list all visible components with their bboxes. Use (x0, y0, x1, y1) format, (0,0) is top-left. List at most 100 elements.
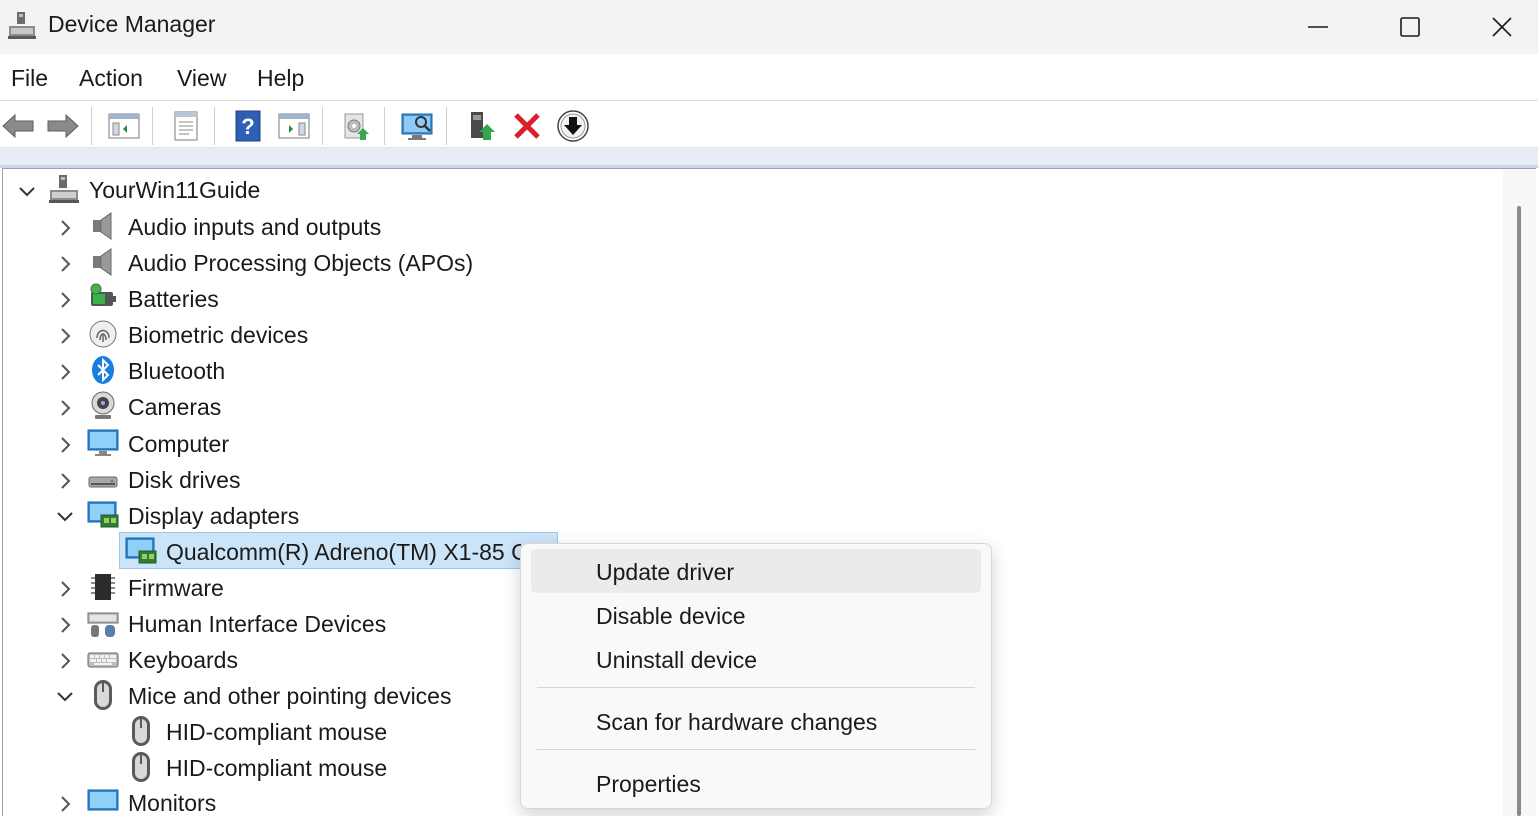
toolbar: ? (0, 100, 1538, 148)
tree-item-batteries[interactable]: Batteries (128, 286, 219, 313)
tree-item-cameras[interactable]: Cameras (128, 394, 221, 421)
context-menu: Update driver Disable device Uninstall d… (520, 543, 992, 809)
mouse-icon (132, 716, 150, 746)
chevron-down-icon[interactable] (55, 687, 75, 707)
show-hide-console-tree-icon (108, 113, 140, 139)
properties-sheet-icon (174, 111, 198, 141)
ctx-update-driver[interactable]: Update driver (531, 549, 981, 593)
tree-item-apos[interactable]: Audio Processing Objects (APOs) (128, 250, 473, 277)
vertical-scrollbar[interactable] (1503, 170, 1536, 816)
chevron-right-icon[interactable] (55, 579, 75, 599)
tree-item-biometric[interactable]: Biometric devices (128, 322, 308, 349)
title-bar: Device Manager (0, 0, 1538, 54)
monitor-icon (87, 429, 119, 456)
speaker-icon (93, 248, 112, 276)
disk-drive-icon (88, 476, 118, 488)
ctx-update-driver-label: Update driver (596, 559, 735, 585)
disable-device-button[interactable] (555, 108, 591, 144)
speaker-icon (93, 212, 112, 240)
chevron-right-icon[interactable] (55, 326, 75, 346)
chevron-right-icon[interactable] (55, 471, 75, 491)
tree-item-display-adapters[interactable]: Display adapters (128, 503, 299, 530)
tree-item-monitors[interactable]: Monitors (128, 790, 216, 816)
tree-item-qualcomm-adreno[interactable]: Qualcomm(R) Adreno(TM) X1-85 G (166, 539, 521, 566)
close-icon (1492, 17, 1512, 37)
chevron-right-icon[interactable] (55, 794, 75, 814)
close-button[interactable] (1456, 0, 1538, 54)
properties-button[interactable] (168, 108, 204, 144)
chevron-right-icon[interactable] (55, 290, 75, 310)
battery-icon (90, 283, 116, 306)
tree-root-label[interactable]: YourWin11Guide (89, 177, 260, 204)
computer-root-icon (49, 175, 79, 203)
back-arrow-icon (2, 113, 34, 139)
chevron-right-icon[interactable] (55, 254, 75, 274)
ctx-scan-hardware[interactable]: Scan for hardware changes (531, 699, 981, 743)
action-pane-button[interactable] (276, 108, 312, 144)
menu-file[interactable]: File (11, 65, 48, 92)
chip-icon (91, 574, 115, 600)
toolbar-separator (322, 107, 323, 145)
tree-item-bluetooth[interactable]: Bluetooth (128, 358, 225, 385)
keyboard-icon (87, 652, 119, 668)
hid-icon (87, 612, 119, 637)
scrollbar-thumb[interactable] (1517, 206, 1521, 816)
chevron-right-icon[interactable] (55, 218, 75, 238)
window-title: Device Manager (48, 11, 216, 37)
chevron-down-icon[interactable] (55, 507, 75, 527)
minimize-button[interactable] (1272, 0, 1364, 54)
monitor-search-button[interactable] (400, 108, 436, 144)
show-hide-console-tree-button[interactable] (106, 108, 142, 144)
chevron-right-icon[interactable] (55, 615, 75, 635)
tree-item-hid[interactable]: Human Interface Devices (128, 611, 386, 638)
svg-text:?: ? (241, 114, 254, 139)
ctx-properties[interactable]: Properties (531, 761, 981, 805)
action-pane-icon (278, 113, 310, 139)
tree-item-disk-drives[interactable]: Disk drives (128, 467, 240, 494)
chevron-right-icon[interactable] (55, 362, 75, 382)
toolbar-separator (152, 107, 153, 145)
update-driver-button[interactable] (463, 108, 499, 144)
tree-item-hid-mouse-2[interactable]: HID-compliant mouse (166, 755, 387, 782)
ctx-separator (537, 687, 975, 688)
menu-bar: File Action View Help (0, 54, 1538, 100)
ctx-uninstall-device[interactable]: Uninstall device (531, 637, 981, 681)
tree-item-audio-inputs[interactable]: Audio inputs and outputs (128, 214, 381, 241)
fingerprint-icon (89, 320, 117, 348)
chevron-right-icon[interactable] (55, 435, 75, 455)
device-manager-icon (8, 12, 36, 39)
menu-view[interactable]: View (177, 65, 226, 92)
tree-item-keyboards[interactable]: Keyboards (128, 647, 238, 674)
menu-action[interactable]: Action (79, 65, 143, 92)
tree-item-computer[interactable]: Computer (128, 431, 229, 458)
toolbar-separator (214, 107, 215, 145)
forward-arrow-icon (47, 113, 79, 139)
toolbar-separator (384, 107, 385, 145)
chevron-down-icon[interactable] (17, 182, 37, 202)
chevron-right-icon[interactable] (55, 651, 75, 671)
display-adapter-icon (87, 501, 119, 528)
help-button[interactable]: ? (230, 108, 266, 144)
update-driver-icon (471, 112, 495, 140)
mouse-icon (94, 680, 112, 710)
maximize-button[interactable] (1364, 0, 1456, 54)
forward-button[interactable] (45, 108, 81, 144)
scan-hardware-button[interactable] (338, 108, 374, 144)
help-icon: ? (235, 110, 261, 142)
ctx-scan-hardware-label: Scan for hardware changes (596, 709, 878, 735)
ctx-disable-device[interactable]: Disable device (531, 593, 981, 637)
tree-item-mice[interactable]: Mice and other pointing devices (128, 683, 451, 710)
maximize-icon (1400, 17, 1420, 37)
uninstall-device-icon (514, 113, 540, 139)
tree-item-hid-mouse-1[interactable]: HID-compliant mouse (166, 719, 387, 746)
uninstall-device-button[interactable] (509, 108, 545, 144)
toolbar-divider (0, 148, 1538, 168)
tree-item-firmware[interactable]: Firmware (128, 575, 224, 602)
mouse-icon (132, 752, 150, 782)
display-adapter-icon (125, 537, 157, 564)
chevron-right-icon[interactable] (55, 398, 75, 418)
menu-help[interactable]: Help (257, 65, 304, 92)
back-button[interactable] (0, 108, 36, 144)
disable-device-icon (557, 110, 589, 142)
minimize-icon (1308, 26, 1328, 28)
